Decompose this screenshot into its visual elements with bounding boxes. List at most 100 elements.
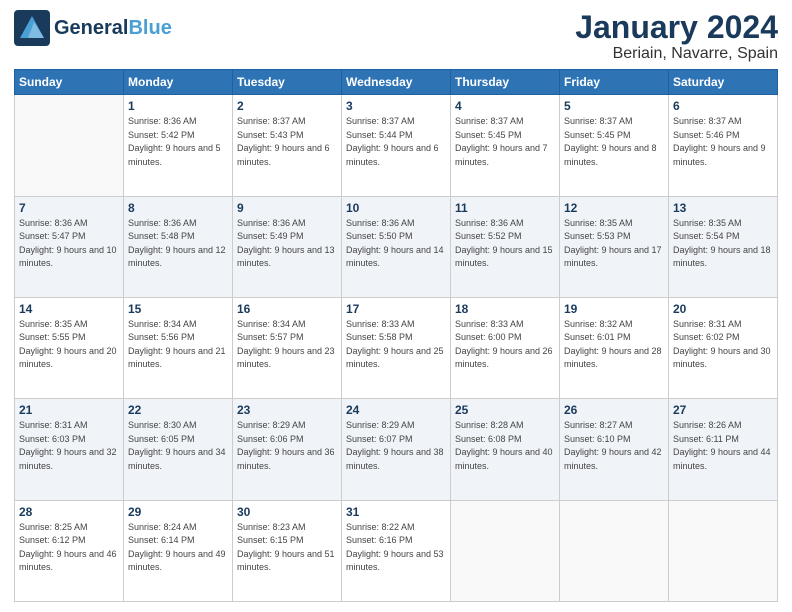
- day-number: 30: [237, 505, 337, 519]
- day-number: 1: [128, 99, 228, 113]
- logo: GeneralBlue: [14, 10, 172, 46]
- day-number: 18: [455, 302, 555, 316]
- day-number: 19: [564, 302, 664, 316]
- day-info: Sunrise: 8:35 AMSunset: 5:53 PMDaylight:…: [564, 217, 664, 271]
- day-number: 24: [346, 403, 446, 417]
- logo-general: General: [54, 17, 128, 39]
- day-number: 14: [19, 302, 119, 316]
- table-row: 6 Sunrise: 8:37 AMSunset: 5:46 PMDaylight…: [669, 95, 778, 196]
- table-row: 14Sunrise: 8:35 AMSunset: 5:55 PMDayligh…: [15, 297, 124, 398]
- table-row: 17 Sunrise: 8:33 AMSunset: 5:58 PMDayligh…: [342, 297, 451, 398]
- calendar-week-row: 14Sunrise: 8:35 AMSunset: 5:55 PMDayligh…: [15, 297, 778, 398]
- day-info: Sunrise: 8:36 AMSunset: 5:49 PMDaylight:…: [237, 217, 337, 271]
- page: GeneralBlue January 2024 Beriain, Navarr…: [0, 0, 792, 612]
- day-number: 15: [128, 302, 228, 316]
- day-number: 22: [128, 403, 228, 417]
- table-row: 3 Sunrise: 8:37 AMSunset: 5:44 PMDaylight…: [342, 95, 451, 196]
- month-title: January 2024: [575, 10, 778, 45]
- day-info: Sunrise: 8:37 AMSunset: 5:44 PMDaylight:…: [346, 115, 446, 169]
- header-tuesday: Tuesday: [233, 70, 342, 95]
- day-info: Sunrise: 8:34 AMSunset: 5:57 PMDaylight:…: [237, 318, 337, 372]
- table-row: 26 Sunrise: 8:27 AMSunset: 6:10 PMDayligh…: [560, 399, 669, 500]
- table-row: 2 Sunrise: 8:37 AMSunset: 5:43 PMDaylight…: [233, 95, 342, 196]
- day-number: 21: [19, 403, 119, 417]
- weekday-header-row: Sunday Monday Tuesday Wednesday Thursday…: [15, 70, 778, 95]
- table-row: 19 Sunrise: 8:32 AMSunset: 6:01 PMDayligh…: [560, 297, 669, 398]
- table-row: 15Sunrise: 8:34 AMSunset: 5:56 PMDayligh…: [124, 297, 233, 398]
- table-row: [560, 500, 669, 601]
- day-info: Sunrise: 8:37 AMSunset: 5:45 PMDaylight:…: [564, 115, 664, 169]
- day-number: 17: [346, 302, 446, 316]
- day-info: Sunrise: 8:29 AMSunset: 6:06 PMDaylight:…: [237, 419, 337, 473]
- day-number: 8: [128, 201, 228, 215]
- table-row: [669, 500, 778, 601]
- table-row: 16 Sunrise: 8:34 AMSunset: 5:57 PMDayligh…: [233, 297, 342, 398]
- table-row: 4Sunrise: 8:37 AMSunset: 5:45 PMDaylight…: [451, 95, 560, 196]
- day-info: Sunrise: 8:33 AMSunset: 6:00 PMDaylight:…: [455, 318, 555, 372]
- table-row: 9 Sunrise: 8:36 AMSunset: 5:49 PMDaylight…: [233, 196, 342, 297]
- day-number: 2: [237, 99, 337, 113]
- header: GeneralBlue January 2024 Beriain, Navarr…: [14, 10, 778, 63]
- table-row: 23 Sunrise: 8:29 AMSunset: 6:06 PMDayligh…: [233, 399, 342, 500]
- header-friday: Friday: [560, 70, 669, 95]
- header-monday: Monday: [124, 70, 233, 95]
- day-info: Sunrise: 8:29 AMSunset: 6:07 PMDaylight:…: [346, 419, 446, 473]
- day-number: 31: [346, 505, 446, 519]
- day-number: 29: [128, 505, 228, 519]
- day-info: Sunrise: 8:37 AMSunset: 5:45 PMDaylight:…: [455, 115, 555, 169]
- table-row: 13 Sunrise: 8:35 AMSunset: 5:54 PMDayligh…: [669, 196, 778, 297]
- day-number: 6: [673, 99, 773, 113]
- day-number: 26: [564, 403, 664, 417]
- table-row: 20 Sunrise: 8:31 AMSunset: 6:02 PMDayligh…: [669, 297, 778, 398]
- day-info: Sunrise: 8:24 AMSunset: 6:14 PMDaylight:…: [128, 521, 228, 575]
- table-row: 30 Sunrise: 8:23 AMSunset: 6:15 PMDayligh…: [233, 500, 342, 601]
- header-thursday: Thursday: [451, 70, 560, 95]
- table-row: 1Sunrise: 8:36 AMSunset: 5:42 PMDaylight…: [124, 95, 233, 196]
- calendar-table: Sunday Monday Tuesday Wednesday Thursday…: [14, 69, 778, 602]
- table-row: [15, 95, 124, 196]
- day-info: Sunrise: 8:37 AMSunset: 5:46 PMDaylight:…: [673, 115, 773, 169]
- day-number: 13: [673, 201, 773, 215]
- day-info: Sunrise: 8:35 AMSunset: 5:54 PMDaylight:…: [673, 217, 773, 271]
- day-info: Sunrise: 8:27 AMSunset: 6:10 PMDaylight:…: [564, 419, 664, 473]
- table-row: 22 Sunrise: 8:30 AMSunset: 6:05 PMDayligh…: [124, 399, 233, 500]
- logo-blue: Blue: [128, 17, 171, 39]
- table-row: 5Sunrise: 8:37 AMSunset: 5:45 PMDaylight…: [560, 95, 669, 196]
- day-info: Sunrise: 8:28 AMSunset: 6:08 PMDaylight:…: [455, 419, 555, 473]
- day-number: 7: [19, 201, 119, 215]
- day-number: 16: [237, 302, 337, 316]
- day-info: Sunrise: 8:26 AMSunset: 6:11 PMDaylight:…: [673, 419, 773, 473]
- day-info: Sunrise: 8:25 AMSunset: 6:12 PMDaylight:…: [19, 521, 119, 575]
- table-row: 31 Sunrise: 8:22 AMSunset: 6:16 PMDayligh…: [342, 500, 451, 601]
- day-number: 9: [237, 201, 337, 215]
- table-row: 7Sunrise: 8:36 AMSunset: 5:47 PMDaylight…: [15, 196, 124, 297]
- table-row: 21 Sunrise: 8:31 AMSunset: 6:03 PMDayligh…: [15, 399, 124, 500]
- day-info: Sunrise: 8:31 AMSunset: 6:02 PMDaylight:…: [673, 318, 773, 372]
- day-number: 27: [673, 403, 773, 417]
- day-info: Sunrise: 8:36 AMSunset: 5:48 PMDaylight:…: [128, 217, 228, 271]
- day-info: Sunrise: 8:37 AMSunset: 5:43 PMDaylight:…: [237, 115, 337, 169]
- day-info: Sunrise: 8:23 AMSunset: 6:15 PMDaylight:…: [237, 521, 337, 575]
- day-number: 20: [673, 302, 773, 316]
- table-row: 11Sunrise: 8:36 AMSunset: 5:52 PMDayligh…: [451, 196, 560, 297]
- table-row: 24 Sunrise: 8:29 AMSunset: 6:07 PMDayligh…: [342, 399, 451, 500]
- calendar-week-row: 21 Sunrise: 8:31 AMSunset: 6:03 PMDayligh…: [15, 399, 778, 500]
- day-info: Sunrise: 8:22 AMSunset: 6:16 PMDaylight:…: [346, 521, 446, 575]
- day-info: Sunrise: 8:33 AMSunset: 5:58 PMDaylight:…: [346, 318, 446, 372]
- table-row: 8 Sunrise: 8:36 AMSunset: 5:48 PMDaylight…: [124, 196, 233, 297]
- table-row: 28Sunrise: 8:25 AMSunset: 6:12 PMDayligh…: [15, 500, 124, 601]
- day-number: 25: [455, 403, 555, 417]
- day-number: 3: [346, 99, 446, 113]
- day-info: Sunrise: 8:32 AMSunset: 6:01 PMDaylight:…: [564, 318, 664, 372]
- day-info: Sunrise: 8:30 AMSunset: 6:05 PMDaylight:…: [128, 419, 228, 473]
- day-info: Sunrise: 8:31 AMSunset: 6:03 PMDaylight:…: [19, 419, 119, 473]
- day-number: 12: [564, 201, 664, 215]
- header-saturday: Saturday: [669, 70, 778, 95]
- table-row: 10Sunrise: 8:36 AMSunset: 5:50 PMDayligh…: [342, 196, 451, 297]
- header-wednesday: Wednesday: [342, 70, 451, 95]
- day-number: 23: [237, 403, 337, 417]
- table-row: 27 Sunrise: 8:26 AMSunset: 6:11 PMDayligh…: [669, 399, 778, 500]
- calendar-week-row: 7Sunrise: 8:36 AMSunset: 5:47 PMDaylight…: [15, 196, 778, 297]
- day-info: Sunrise: 8:36 AMSunset: 5:52 PMDaylight:…: [455, 217, 555, 271]
- calendar-week-row: 1Sunrise: 8:36 AMSunset: 5:42 PMDaylight…: [15, 95, 778, 196]
